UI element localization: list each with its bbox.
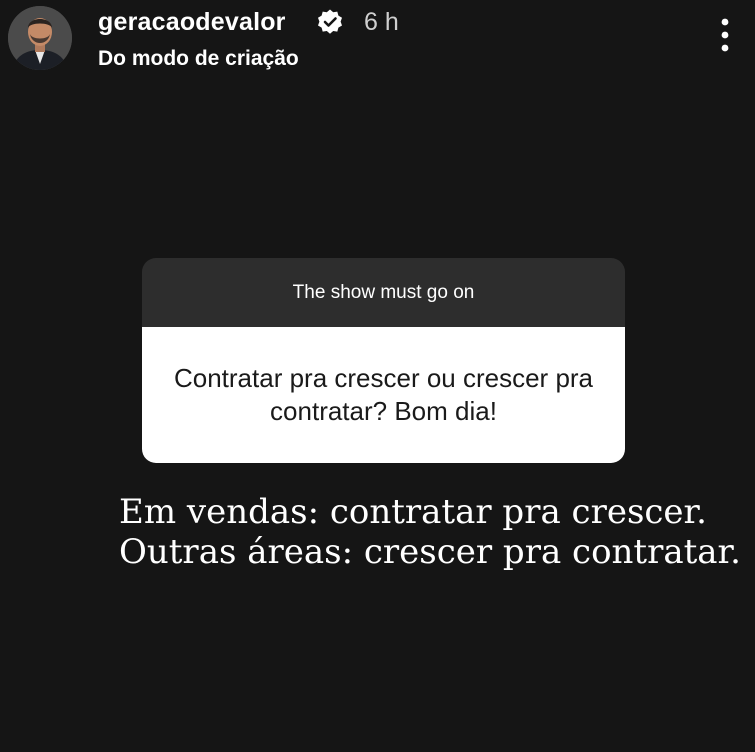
username[interactable]: geracaodevalor (98, 6, 286, 38)
answer-line-1: Em vendas: contratar pra crescer. (119, 492, 707, 532)
story-subtitle[interactable]: Do modo de criação (98, 46, 299, 72)
post-time: 6 h (364, 8, 399, 36)
story-header: geracaodevalor 6 h Do modo de criação (0, 0, 755, 90)
question-sticker-text: Contratar pra crescer ou crescer pra con… (142, 327, 625, 463)
question-sticker: The show must go on Contratar pra cresce… (142, 258, 625, 463)
story-answer-text: Em vendas: contratar pra crescer. Outras… (100, 492, 741, 572)
avatar-image (8, 6, 72, 70)
verified-badge-icon (316, 8, 344, 36)
question-sticker-title: The show must go on (142, 258, 625, 327)
avatar[interactable] (8, 6, 72, 70)
story-viewer: geracaodevalor 6 h Do modo de criação Th… (0, 0, 755, 752)
more-vertical-icon[interactable] (710, 16, 740, 56)
answer-line-2: Outras áreas: crescer pra contratar. (119, 532, 741, 572)
